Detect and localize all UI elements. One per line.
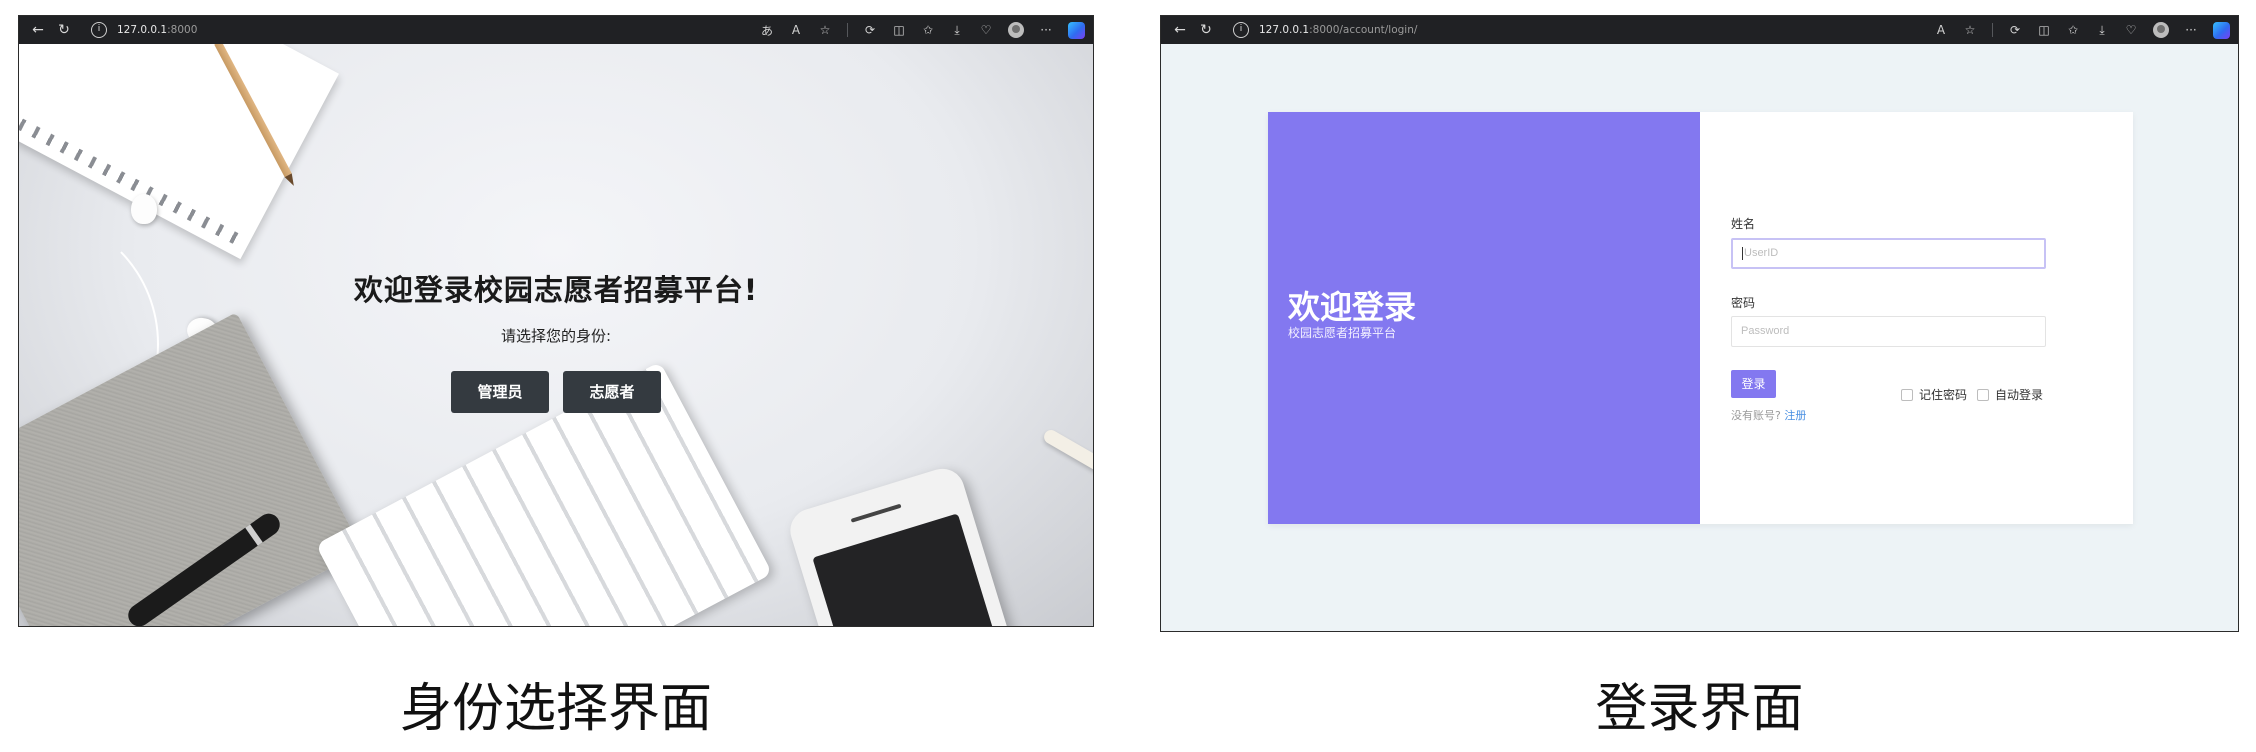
split-screen-icon[interactable]: ◫ (892, 23, 906, 37)
browser-essentials-icon[interactable]: ♡ (2124, 23, 2138, 37)
read-aloud-icon[interactable]: A (789, 23, 803, 37)
admin-button[interactable]: 管理员 (451, 371, 549, 413)
checkbox-box[interactable] (1901, 388, 1913, 401)
refresh-icon[interactable]: ↻ (1193, 22, 1219, 38)
smartphone (784, 463, 1034, 626)
more-menu-icon[interactable]: ··· (1039, 23, 1053, 37)
login-screenshot: ← ↻ i 127.0.0.1:8000/account/login/ A ☆ … (1160, 15, 2239, 632)
toolbar-divider (1992, 23, 1993, 37)
copilot-icon[interactable] (2213, 21, 2230, 39)
browser-tools: あ A ☆ ⟳ ◫ ✩ ⤓ ♡ ··· (760, 16, 1085, 44)
auto-login-checkbox[interactable]: 自动登录 (1977, 386, 2043, 403)
site-info-icon[interactable]: i (1233, 22, 1249, 38)
welcome-subtitle: 校园志愿者招募平台 (1288, 326, 1397, 340)
register-prompt: 没有账号? 注册 (1731, 407, 1806, 423)
login-card: 欢迎登录 校园志愿者招募平台 姓名 UserID 密码 Password 登录 … (1268, 112, 2133, 524)
password-input[interactable]: Password (1731, 316, 2046, 347)
caption-role-select: 身份选择界面 (399, 679, 712, 739)
login-button[interactable]: 登录 (1731, 370, 1776, 398)
page-title: 欢迎登录校园志愿者招募平台! (353, 273, 759, 307)
name-label: 姓名 (1731, 217, 1756, 231)
role-select-panel: 欢迎登录校园志愿者招募平台! 请选择您的身份: 管理员 志愿者 (19, 267, 1093, 413)
address-bar[interactable]: 127.0.0.1:8000 (117, 24, 197, 36)
login-page: 欢迎登录 校园志愿者招募平台 姓名 UserID 密码 Password 登录 … (1161, 44, 2238, 631)
pen-cap (1041, 427, 1093, 485)
split-screen-icon[interactable]: ◫ (2037, 23, 2051, 37)
translate-icon[interactable]: あ (760, 22, 774, 39)
back-icon[interactable]: ← (25, 22, 51, 38)
password-label: 密码 (1731, 296, 1756, 310)
volunteer-button[interactable]: 志愿者 (563, 371, 661, 413)
checkbox-box[interactable] (1977, 388, 1989, 401)
back-icon[interactable]: ← (1167, 22, 1193, 38)
caption-login: 登录界面 (1595, 679, 1804, 739)
browser-toolbar: ← ↻ i 127.0.0.1:8000/account/login/ A ☆ … (1161, 16, 2238, 44)
welcome-panel: 欢迎登录 校园志愿者招募平台 (1268, 112, 1700, 524)
auto-login-label: 自动登录 (1995, 388, 2044, 402)
profile-avatar[interactable] (1008, 22, 1024, 38)
role-select-screenshot: ← ↻ i 127.0.0.1:8000 あ A ☆ ⟳ ◫ ✩ ⤓ ♡ ··· (18, 15, 1094, 627)
address-bar[interactable]: 127.0.0.1:8000/account/login/ (1259, 24, 1417, 36)
no-account-text: 没有账号? (1731, 409, 1781, 422)
role-buttons: 管理员 志愿者 (19, 371, 1093, 413)
text-cursor (1742, 246, 1743, 260)
favorites-icon[interactable]: ✩ (2066, 23, 2080, 37)
extensions-icon[interactable]: ⟳ (863, 23, 877, 37)
favorites-icon[interactable]: ✩ (921, 23, 935, 37)
role-prompt: 请选择您的身份: (500, 327, 612, 345)
extensions-icon[interactable]: ⟳ (2008, 23, 2022, 37)
desk-background-photo: 欢迎登录校园志愿者招募平台! 请选择您的身份: 管理员 志愿者 (19, 44, 1093, 626)
refresh-icon[interactable]: ↻ (51, 22, 77, 38)
copilot-icon[interactable] (1068, 21, 1085, 39)
browser-toolbar: ← ↻ i 127.0.0.1:8000 あ A ☆ ⟳ ◫ ✩ ⤓ ♡ ··· (19, 16, 1093, 44)
favorite-star-icon[interactable]: ☆ (818, 23, 832, 37)
read-aloud-icon[interactable]: A (1934, 23, 1948, 37)
site-info-icon[interactable]: i (91, 22, 107, 38)
more-menu-icon[interactable]: ··· (2184, 23, 2198, 37)
toolbar-divider (847, 23, 848, 37)
name-input[interactable]: UserID (1731, 238, 2046, 269)
browser-tools: A ☆ ⟳ ◫ ✩ ⤓ ♡ ··· (1934, 16, 2230, 44)
remember-password-label: 记住密码 (1919, 388, 1968, 402)
name-placeholder: UserID (1744, 247, 1779, 259)
welcome-title: 欢迎登录 (1288, 288, 1417, 326)
profile-avatar[interactable] (2153, 22, 2169, 38)
register-link[interactable]: 注册 (1784, 409, 1806, 422)
favorite-star-icon[interactable]: ☆ (1963, 23, 1977, 37)
earbud (131, 194, 157, 224)
login-form: 姓名 UserID 密码 Password 登录 记住密码 自动登录 没有账号?… (1700, 112, 2133, 524)
remember-password-checkbox[interactable]: 记住密码 (1901, 386, 1967, 403)
browser-essentials-icon[interactable]: ♡ (979, 23, 993, 37)
downloads-icon[interactable]: ⤓ (2095, 23, 2109, 38)
downloads-icon[interactable]: ⤓ (950, 23, 964, 38)
